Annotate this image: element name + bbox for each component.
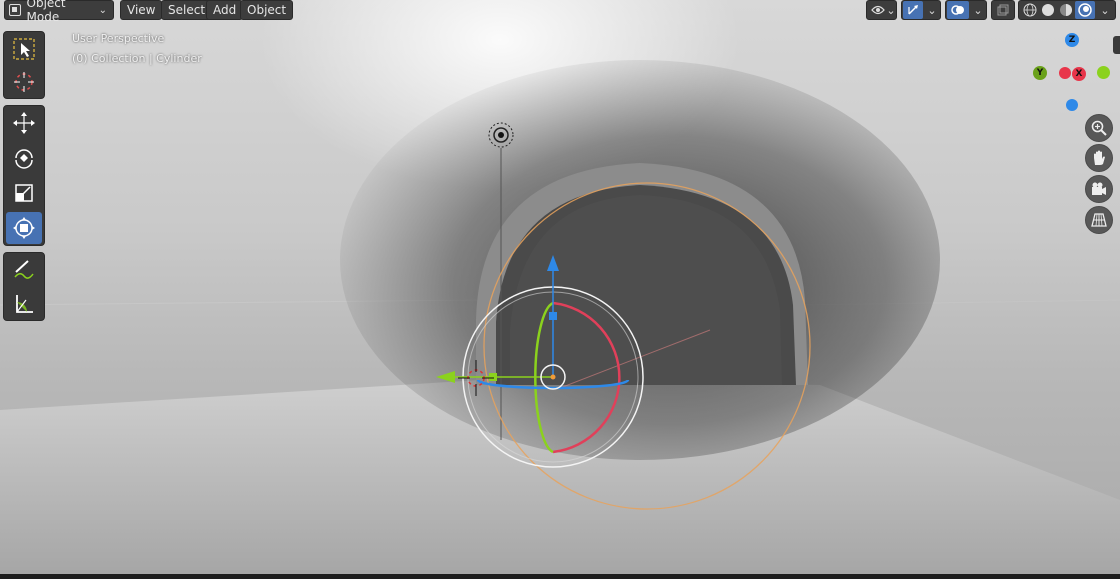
- axis-z-label: Z: [1068, 35, 1076, 45]
- rendered-shading-icon[interactable]: [1075, 1, 1095, 19]
- axis-z-button[interactable]: Z: [1065, 33, 1079, 47]
- pan-hand-icon[interactable]: [1085, 144, 1113, 172]
- toolbar-select-group: [3, 31, 45, 99]
- sidebar-toggle-tab[interactable]: [1113, 36, 1120, 54]
- xray-icon: [995, 1, 1011, 19]
- xray-toggle[interactable]: [991, 0, 1015, 20]
- gizmo-icon: [903, 1, 923, 19]
- scale-tool[interactable]: [6, 177, 42, 209]
- axis-y-positive-dot[interactable]: [1097, 66, 1110, 79]
- wireframe-shading-icon[interactable]: [1021, 1, 1039, 19]
- cursor-tool[interactable]: [6, 66, 42, 98]
- rotate-tool[interactable]: [6, 142, 42, 174]
- chevron-down-icon: ⌄: [98, 4, 107, 16]
- transform-tool[interactable]: [6, 212, 42, 244]
- gizmo-toggle-dropdown[interactable]: ⌄: [901, 0, 941, 20]
- grid-perspective-icon[interactable]: [1085, 206, 1113, 234]
- axis-neg-z-dot[interactable]: [1066, 99, 1078, 111]
- view-perspective-label: User Perspective: [72, 32, 165, 45]
- measure-tool[interactable]: [6, 288, 42, 320]
- overlays-icon: [947, 1, 969, 19]
- axis-neg-y-button[interactable]: Y: [1033, 66, 1047, 80]
- zoom-icon[interactable]: [1085, 114, 1113, 142]
- overlays-dropdown[interactable]: ⌄: [945, 0, 987, 20]
- chevron-down-icon: ⌄: [886, 3, 896, 17]
- object-mode-label: Object Mode: [26, 0, 66, 24]
- chevron-down-icon: ⌄: [1100, 3, 1110, 17]
- menu-view[interactable]: View: [120, 0, 163, 20]
- chevron-down-icon: ⌄: [973, 3, 983, 17]
- axis-neg-x-dot[interactable]: [1059, 67, 1071, 79]
- menu-select[interactable]: Select: [161, 0, 213, 20]
- menu-add[interactable]: Add: [206, 0, 244, 20]
- move-tool[interactable]: [6, 107, 42, 139]
- object-mode-icon: [9, 4, 21, 16]
- camera-icon[interactable]: [1085, 175, 1113, 203]
- object-mode-dropdown[interactable]: Object Mode ⌄: [4, 0, 114, 24]
- shading-modes[interactable]: ⌄: [1018, 0, 1116, 20]
- 3d-viewport[interactable]: User Perspective (0) Collection | Cylind…: [0, 0, 1120, 574]
- toolbar-transform-group: [3, 105, 45, 246]
- bottom-border: [0, 574, 1120, 579]
- axis-x-label: X: [1075, 69, 1083, 79]
- eye-icon: [869, 1, 886, 19]
- scene-render: [0, 60, 1120, 574]
- material-shading-icon[interactable]: [1057, 1, 1075, 19]
- visibility-dropdown[interactable]: ⌄: [866, 0, 897, 20]
- axis-y-label: Y: [1036, 68, 1044, 78]
- chevron-down-icon: ⌄: [927, 3, 937, 17]
- solid-shading-icon[interactable]: [1039, 1, 1057, 19]
- select-box-tool[interactable]: [6, 33, 42, 65]
- context-label: (0) Collection | Cylinder: [72, 52, 202, 65]
- annotate-tool[interactable]: [6, 254, 42, 286]
- toolbar-annotate-group: [3, 252, 45, 321]
- menu-object[interactable]: Object: [240, 0, 294, 20]
- axis-x-button[interactable]: X: [1072, 67, 1086, 81]
